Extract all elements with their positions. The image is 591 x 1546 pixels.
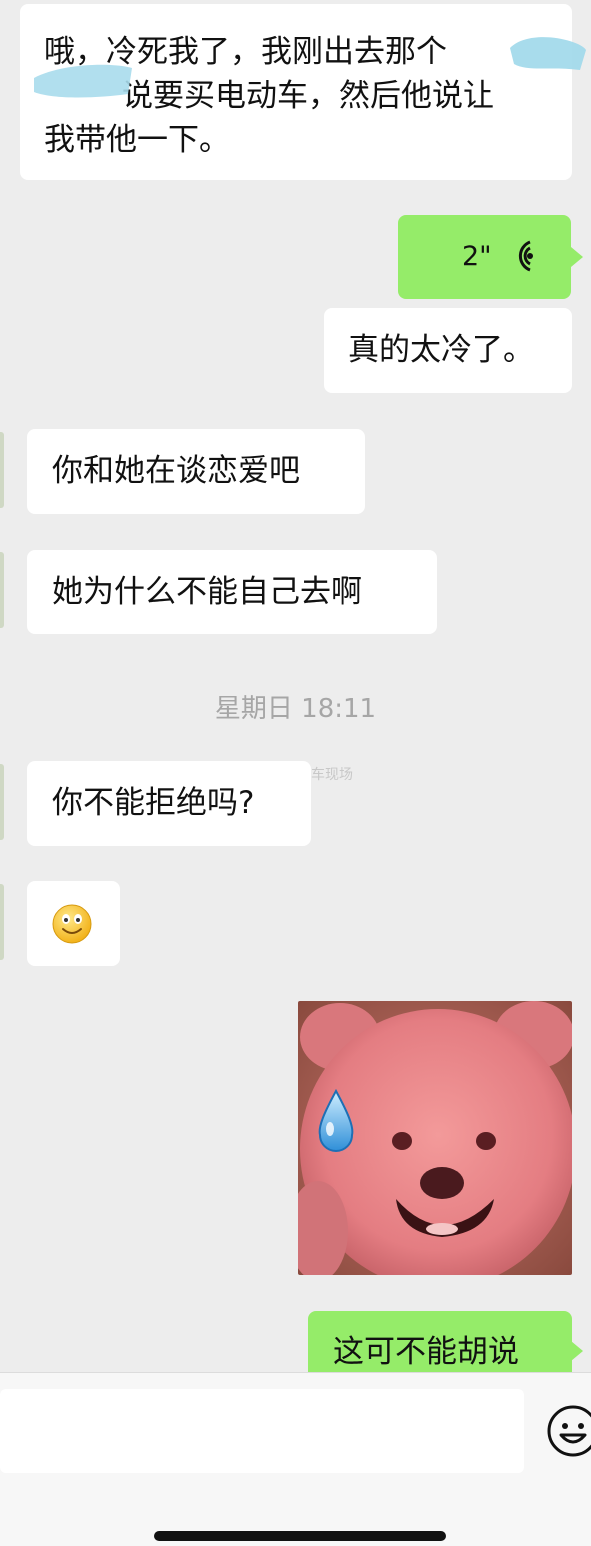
emoji-icon[interactable] bbox=[545, 1403, 591, 1459]
voice-duration: 2" bbox=[462, 241, 492, 272]
timestamp: 星期日 18:11 bbox=[214, 694, 377, 724]
voice-wave-icon bbox=[518, 240, 533, 272]
message-bubble[interactable]: 你不能拒绝吗? bbox=[27, 761, 311, 846]
message-bubble[interactable]: 你和她在谈恋爱吧 bbox=[27, 429, 365, 514]
avatar[interactable] bbox=[0, 552, 4, 628]
avatar[interactable] bbox=[0, 764, 4, 840]
message-text: 你和她在谈恋爱吧 bbox=[52, 453, 300, 489]
sticker-image[interactable] bbox=[298, 1001, 572, 1275]
message-bubble[interactable]: 她为什么不能自己去啊 bbox=[27, 550, 437, 634]
message-text: 你不能拒绝吗? bbox=[52, 785, 255, 821]
home-indicator[interactable] bbox=[154, 1531, 446, 1541]
bubble-tail bbox=[571, 1341, 583, 1361]
emoji-message-bubble[interactable] bbox=[27, 881, 120, 966]
message-text: 这可不能胡说 bbox=[333, 1334, 519, 1370]
message-text: 我带他一下。 bbox=[44, 122, 230, 158]
bubble-tail bbox=[571, 247, 583, 267]
message-bubble[interactable]: 真的太冷了。 bbox=[324, 308, 572, 393]
input-bar bbox=[0, 1372, 591, 1546]
smiley-emoji-icon bbox=[52, 904, 92, 944]
avatar[interactable] bbox=[0, 432, 4, 508]
censor-scribble bbox=[34, 37, 586, 98]
message-text: 她为什么不能自己去啊 bbox=[52, 574, 362, 610]
pink-bear-sweat-sticker bbox=[298, 1001, 572, 1275]
message-text: 真的太冷了。 bbox=[348, 332, 534, 368]
voice-message-bubble[interactable]: 2" bbox=[398, 215, 571, 299]
message-input[interactable] bbox=[0, 1389, 524, 1473]
avatar[interactable] bbox=[0, 884, 4, 960]
